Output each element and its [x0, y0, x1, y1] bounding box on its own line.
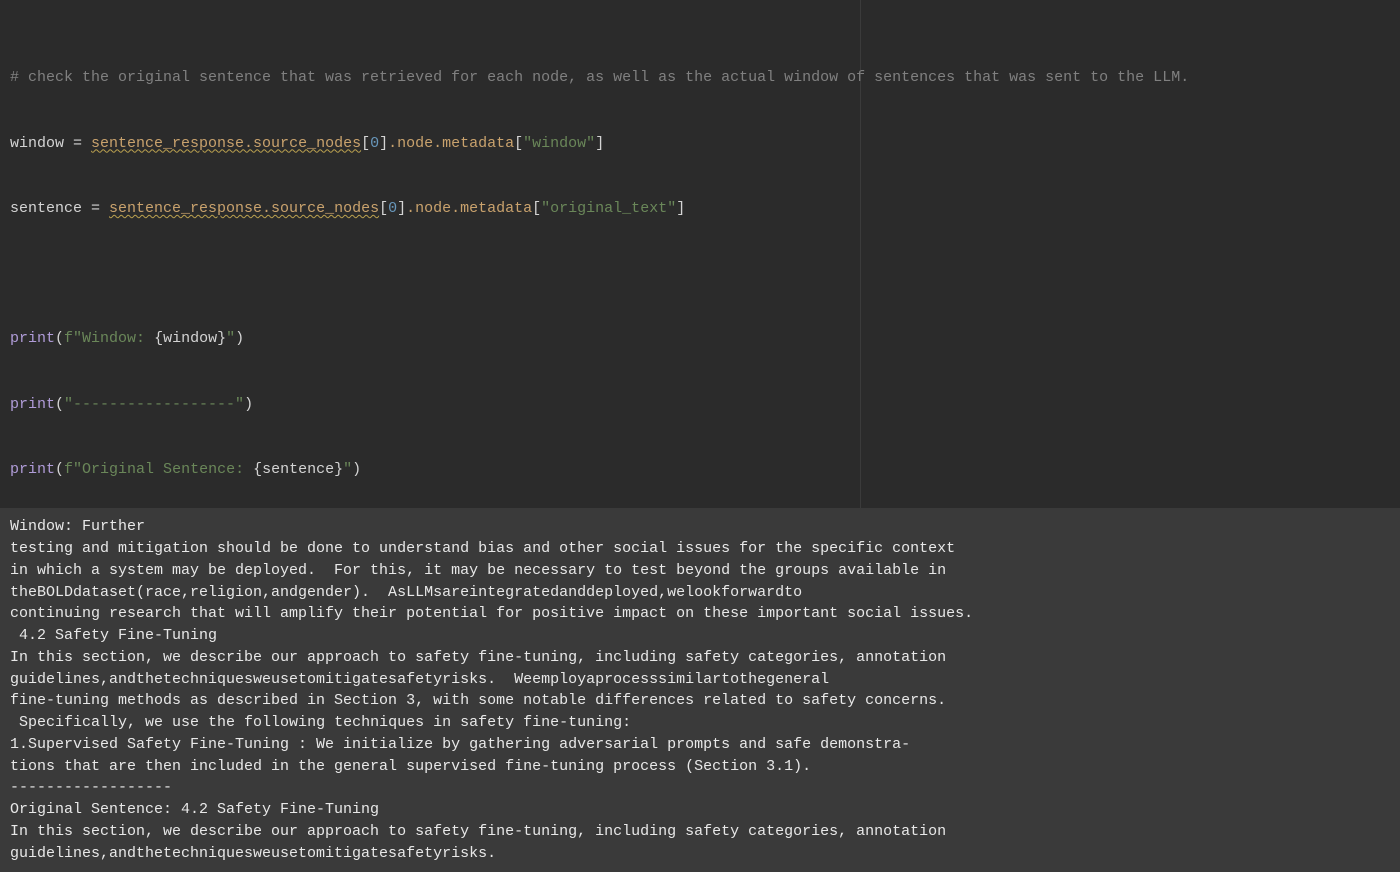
code-line-1: window = sentence_response.source_nodes[… — [10, 133, 1390, 155]
code-line-print2: print("------------------") — [10, 394, 1390, 416]
code-line-print3: print(f"Original Sentence: {sentence}") — [10, 459, 1390, 481]
output-panel: Window: Further testing and mitigation s… — [0, 508, 1400, 872]
code-line-print1: print(f"Window: {window}") — [10, 328, 1390, 350]
code-editor[interactable]: # check the original sentence that was r… — [0, 0, 1400, 508]
output-text: Window: Further testing and mitigation s… — [10, 518, 973, 861]
code-line-blank — [10, 263, 1390, 285]
editor-ruler — [860, 0, 861, 508]
code-line-2: sentence = sentence_response.source_node… — [10, 198, 1390, 220]
code-line-comment: # check the original sentence that was r… — [10, 67, 1390, 89]
